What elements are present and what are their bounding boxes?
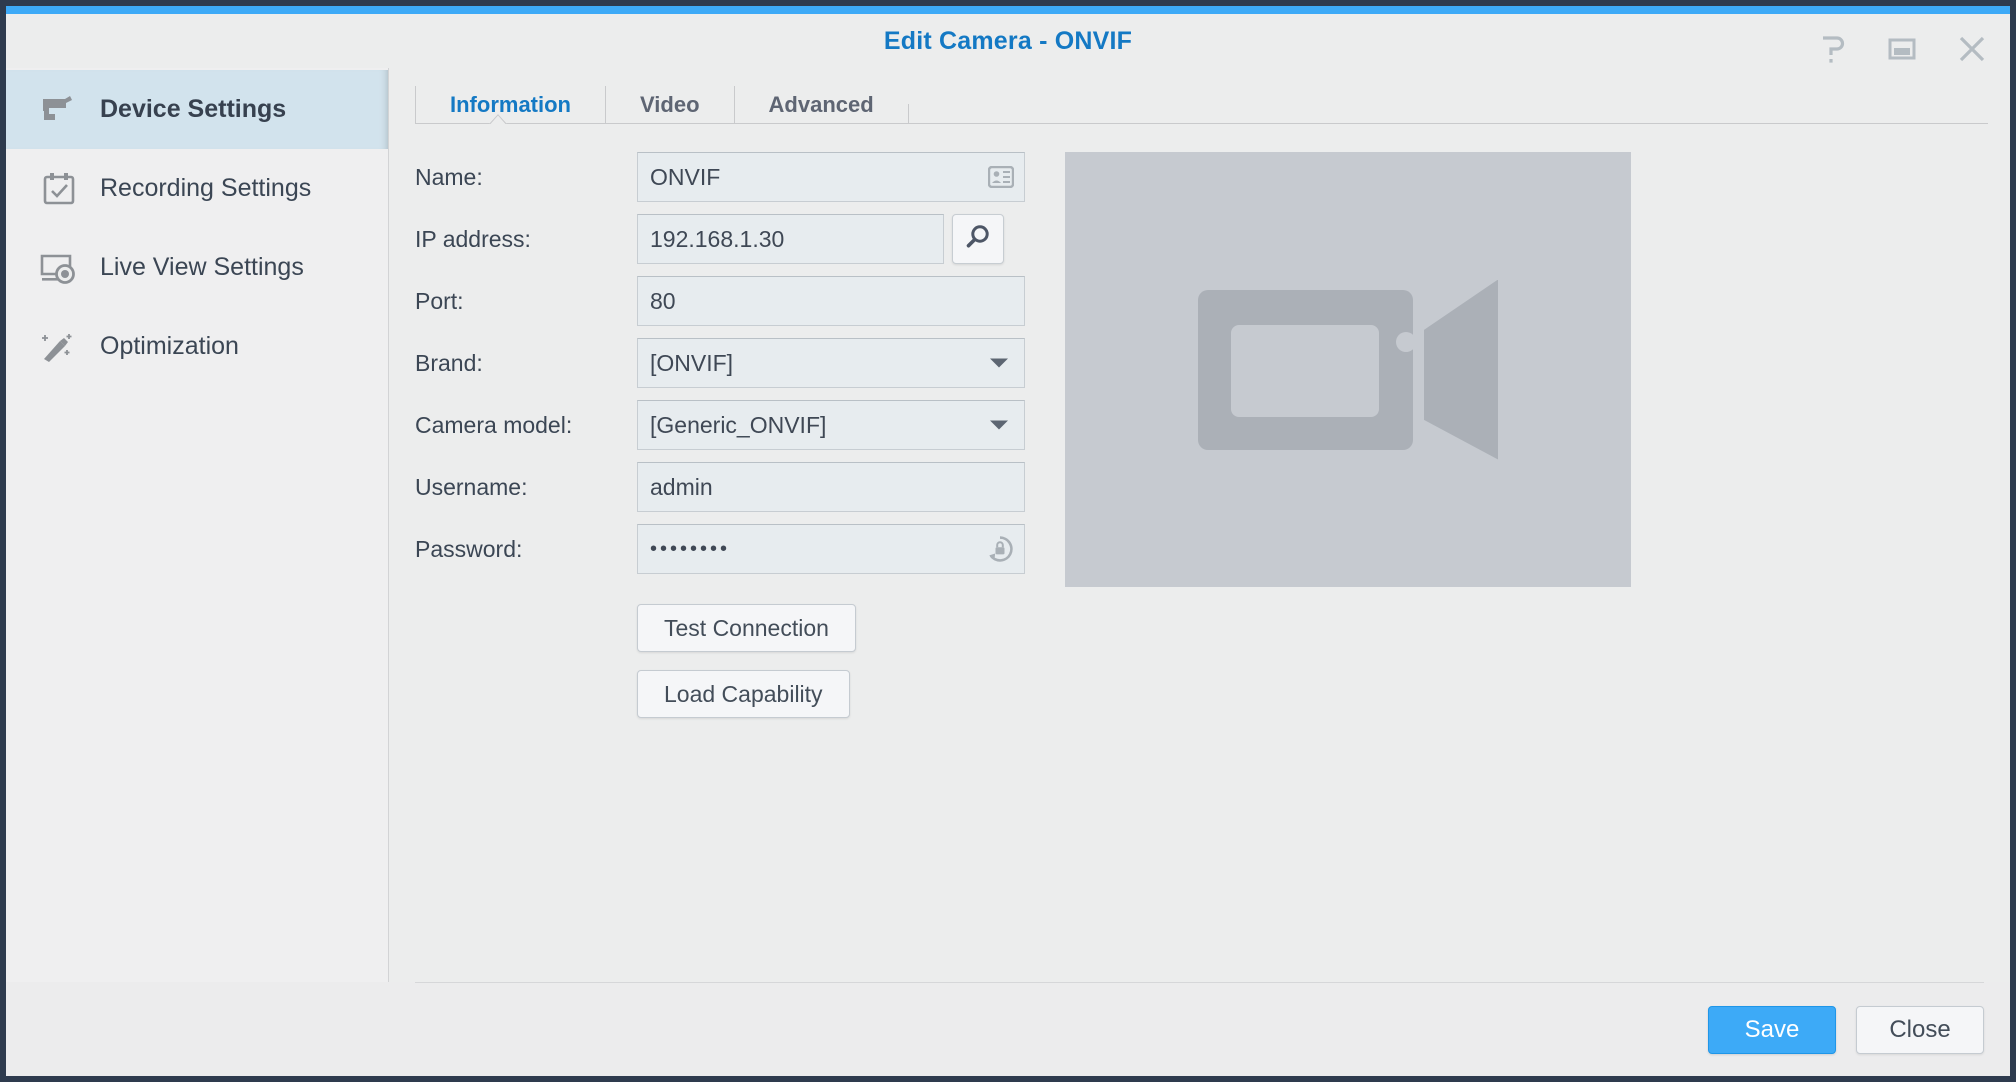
dialog-footer: Save Close	[415, 982, 1984, 1076]
field-label: IP address:	[415, 226, 637, 253]
field-value: ••••••••	[650, 538, 730, 561]
field-label: Password:	[415, 536, 637, 563]
camera-model-select[interactable]: [Generic_ONVIF]	[637, 400, 1025, 450]
brand-select[interactable]: [ONVIF]	[637, 338, 1025, 388]
calendar-check-icon	[38, 168, 80, 210]
load-capability-row: Load Capability	[415, 652, 1025, 718]
security-camera-icon	[38, 89, 80, 131]
information-panel: Name: ONVIF IP address:	[415, 124, 1988, 982]
monitor-record-icon	[38, 247, 80, 289]
search-device-button[interactable]	[952, 214, 1004, 264]
button-label: Test Connection	[664, 615, 829, 642]
button-label: Close	[1889, 1016, 1950, 1044]
button-label: Load Capability	[664, 681, 823, 708]
tab-bar: Information Video Advanced	[415, 68, 1988, 123]
camera-screen-shape	[1231, 325, 1379, 417]
button-label: Save	[1745, 1016, 1800, 1044]
sidebar-item-recording-settings[interactable]: Recording Settings	[6, 149, 388, 228]
port-input[interactable]: 80	[637, 276, 1025, 326]
tab-end-divider	[908, 104, 909, 123]
field-label: Brand:	[415, 350, 637, 377]
sidebar-item-label: Live View Settings	[100, 253, 304, 282]
name-input[interactable]: ONVIF	[637, 152, 1025, 202]
test-connection-button[interactable]: Test Connection	[637, 604, 856, 652]
field-label: Username:	[415, 474, 637, 501]
sidebar-item-label: Recording Settings	[100, 174, 311, 203]
chevron-down-icon	[990, 421, 1008, 430]
field-value: admin	[650, 474, 713, 501]
field-row-ip-address: IP address: 192.168.1.30	[415, 214, 1025, 264]
field-row-camera-model: Camera model: [Generic_ONVIF]	[415, 400, 1025, 450]
sidebar-item-device-settings[interactable]: Device Settings	[6, 70, 388, 149]
field-value: 192.168.1.30	[650, 226, 784, 253]
chevron-down-icon	[990, 359, 1008, 368]
password-input[interactable]: ••••••••	[637, 524, 1025, 574]
close-icon[interactable]	[1952, 29, 1992, 69]
lock-refresh-icon[interactable]	[986, 535, 1014, 563]
field-label: Camera model:	[415, 412, 637, 439]
dialog-body: Device Settings Recording Settings Live …	[6, 68, 2010, 982]
sidebar-item-label: Optimization	[100, 332, 239, 361]
load-capability-button[interactable]: Load Capability	[637, 670, 850, 718]
field-row-name: Name: ONVIF	[415, 152, 1025, 202]
tab-video[interactable]: Video	[605, 86, 734, 123]
video-camera-icon	[1198, 280, 1498, 460]
field-value: [ONVIF]	[650, 350, 733, 377]
tab-label: Information	[450, 92, 571, 118]
field-value: [Generic_ONVIF]	[650, 412, 826, 439]
tab-label: Video	[640, 92, 700, 118]
sidebar: Device Settings Recording Settings Live …	[6, 68, 389, 982]
ip-address-input[interactable]: 192.168.1.30	[637, 214, 944, 264]
field-value: 80	[650, 288, 676, 315]
sidebar-item-label: Device Settings	[100, 95, 286, 124]
save-button[interactable]: Save	[1708, 1006, 1836, 1054]
field-label: Name:	[415, 164, 637, 191]
edit-camera-dialog: Edit Camera - ONVIF Device Settings	[6, 6, 2010, 1076]
sidebar-item-live-view-settings[interactable]: Live View Settings	[6, 228, 388, 307]
search-icon	[965, 224, 991, 255]
camera-preview	[1065, 152, 1631, 587]
content-pane: Information Video Advanced Name:	[389, 68, 2010, 982]
field-row-port: Port: 80	[415, 276, 1025, 326]
title-bar: Edit Camera - ONVIF	[6, 6, 2010, 68]
restore-icon[interactable]	[1882, 29, 1922, 69]
tab-advanced[interactable]: Advanced	[734, 86, 908, 123]
magic-wand-icon	[38, 326, 80, 368]
username-input[interactable]: admin	[637, 462, 1025, 512]
close-button[interactable]: Close	[1856, 1006, 1984, 1054]
field-value: ONVIF	[650, 164, 720, 191]
field-row-password: Password: ••••••••	[415, 524, 1025, 574]
page-title: Edit Camera - ONVIF	[884, 27, 1132, 56]
field-label: Port:	[415, 288, 637, 315]
sidebar-item-optimization[interactable]: Optimization	[6, 307, 388, 386]
camera-lens-shape	[1424, 280, 1498, 460]
help-icon[interactable]	[1812, 29, 1852, 69]
window-controls	[1812, 22, 1992, 76]
tab-underline	[415, 123, 1988, 124]
camera-dot-shape	[1396, 332, 1416, 352]
field-row-username: Username: admin	[415, 462, 1025, 512]
id-card-icon	[988, 166, 1014, 188]
field-row-brand: Brand: [ONVIF]	[415, 338, 1025, 388]
camera-form: Name: ONVIF IP address:	[415, 152, 1025, 982]
tab-information[interactable]: Information	[415, 86, 605, 123]
preview-column	[1025, 152, 1988, 982]
test-connection-row: Test Connection	[415, 586, 1025, 652]
tab-label: Advanced	[769, 92, 874, 118]
